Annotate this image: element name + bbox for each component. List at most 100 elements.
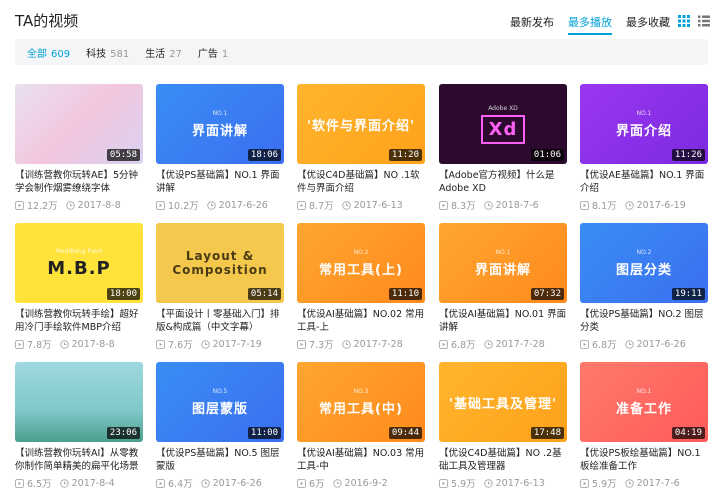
- video-title[interactable]: 【训练营教你玩转AI】从零教你制作简单精美的扁平化场景插画: [15, 447, 143, 473]
- upload-date: 2017-7-28: [495, 338, 545, 350]
- video-duration: 11:00: [247, 427, 281, 439]
- video-thumbnail[interactable]: NO.3 常用工具(中) 09:44: [297, 362, 425, 442]
- video-thumbnail[interactable]: NO.1 界面讲解 18:06: [156, 84, 284, 164]
- sort-tab[interactable]: 最新发布: [510, 14, 554, 35]
- video-title[interactable]: 【优设AI基础篇】NO.03 常用工具-中: [297, 447, 425, 473]
- upload-date: 2017-6-26: [212, 477, 262, 489]
- video-card[interactable]: Layout & Composition 05:14 【平面设计丨零基础入门】排版&…: [156, 223, 284, 351]
- video-thumbnail[interactable]: 23:06: [15, 362, 143, 442]
- upload-date: 2017-8-4: [71, 477, 115, 489]
- filter-item[interactable]: 生活 27: [145, 45, 182, 60]
- video-title[interactable]: 【优设PS基础篇】NO.5 图层蒙版: [156, 447, 284, 473]
- play-count: 12.2万: [27, 201, 58, 212]
- video-duration: 04:19: [671, 427, 705, 439]
- upload-date: 2017-6-13: [353, 199, 403, 211]
- video-card[interactable]: MediBang Paint M.B.P 18:00 【训练营教你玩转手绘】超好用冷门…: [15, 223, 143, 351]
- video-card[interactable]: NO.1 准备工作 04:19 【优设PS板绘基础篇】NO.1 板绘准备工作 5.9万 2…: [580, 362, 708, 490]
- video-duration: 17:48: [530, 427, 564, 439]
- video-card[interactable]: NO.1 界面讲解 18:06 【优设PS基础篇】NO.1 界面讲解 10.2万 2017…: [156, 84, 284, 212]
- clock-icon: [200, 478, 210, 488]
- list-view-icon[interactable]: [698, 15, 710, 27]
- play-count: 6.8万: [451, 340, 476, 351]
- video-thumbnail[interactable]: Layout & Composition 05:14: [156, 223, 284, 303]
- video-card[interactable]: 05:58 【训练营教你玩转AE】5分钟学会制作烟雾缭绕字体 12.2万 2017-8…: [15, 84, 143, 212]
- video-card[interactable]: '基础工具及管理' 17:48 【优设C4D基础篇】NO .2基础工具及管理器 5.9…: [439, 362, 567, 490]
- play-count-icon: [297, 478, 306, 488]
- video-meta: 10.2万 2017-6-26: [156, 198, 284, 212]
- clock-icon: [483, 478, 493, 488]
- play-count: 7.3万: [309, 340, 334, 351]
- video-thumbnail[interactable]: NO.1 界面介绍 11:26: [580, 84, 708, 164]
- play-count-icon: [439, 200, 448, 210]
- thumbnail-badge: Adobe XD: [488, 104, 518, 112]
- thumbnail-badge: NO.3: [353, 387, 369, 395]
- video-card[interactable]: Adobe XD Xd 01:06 【Adobe官方视频】什么是Adobe XD 8.3…: [439, 84, 567, 212]
- video-card[interactable]: '软件与界面介绍' 11:20 【优设C4D基础篇】NO .1软件与界面介绍 8.7万…: [297, 84, 425, 212]
- video-card[interactable]: NO.5 图层蒙版 11:00 【优设PS基础篇】NO.5 图层蒙版 6.4万 2017-…: [156, 362, 284, 490]
- video-title[interactable]: 【优设PS基础篇】NO.2 图层分类: [580, 308, 708, 334]
- thumbnail-badge: NO.2: [353, 248, 369, 256]
- video-title[interactable]: 【训练营教你玩转手绘】超好用冷门手绘软件MBP介绍: [15, 308, 143, 334]
- video-card[interactable]: NO.2 常用工具(上) 11:10 【优设AI基础篇】NO.02 常用工具-上 7.3…: [297, 223, 425, 351]
- video-duration: 19:11: [671, 288, 705, 300]
- play-count-icon: [15, 478, 24, 488]
- upload-date: 2017-7-19: [212, 338, 262, 350]
- video-title[interactable]: 【优设PS板绘基础篇】NO.1 板绘准备工作: [580, 447, 708, 473]
- video-thumbnail[interactable]: NO.2 图层分类 19:11: [580, 223, 708, 303]
- video-card[interactable]: 23:06 【训练营教你玩转AI】从零教你制作简单精美的扁平化场景插画 6.5万 20…: [15, 362, 143, 490]
- video-meta: 6.4万 2017-6-26: [156, 476, 284, 490]
- thumbnail-badge: NO.5: [212, 387, 228, 395]
- thumbnail-title: M.B.P: [47, 257, 111, 279]
- grid-view-icon[interactable]: [678, 15, 690, 27]
- video-thumbnail[interactable]: MediBang Paint M.B.P 18:00: [15, 223, 143, 303]
- thumbnail-title: 常用工具(上): [319, 262, 403, 278]
- video-title[interactable]: 【优设PS基础篇】NO.1 界面讲解: [156, 169, 284, 195]
- video-card[interactable]: NO.3 常用工具(中) 09:44 【优设AI基础篇】NO.03 常用工具-中 6万 2…: [297, 362, 425, 490]
- play-count-icon: [156, 478, 165, 488]
- video-title[interactable]: 【优设AE基础篇】NO.1 界面介绍: [580, 169, 708, 195]
- video-meta: 7.3万 2017-7-28: [297, 337, 425, 351]
- sort-tab[interactable]: 最多播放: [568, 14, 612, 35]
- video-title[interactable]: 【优设AI基础篇】NO.01 界面讲解: [439, 308, 567, 334]
- video-card[interactable]: NO.2 图层分类 19:11 【优设PS基础篇】NO.2 图层分类 6.8万 2017-…: [580, 223, 708, 351]
- filter-item[interactable]: 科技 581: [86, 45, 129, 60]
- sort-tab[interactable]: 最多收藏: [626, 14, 670, 35]
- video-title[interactable]: 【优设C4D基础篇】NO .1软件与界面介绍: [297, 169, 425, 195]
- video-card[interactable]: NO.1 界面讲解 07:32 【优设AI基础篇】NO.01 界面讲解 6.8万 2017…: [439, 223, 567, 351]
- video-thumbnail[interactable]: Adobe XD Xd 01:06: [439, 84, 567, 164]
- video-duration: 09:44: [388, 427, 422, 439]
- video-thumbnail[interactable]: NO.1 准备工作 04:19: [580, 362, 708, 442]
- upload-date: 2016-9-2: [344, 477, 388, 489]
- video-thumbnail[interactable]: NO.2 常用工具(上) 11:10: [297, 223, 425, 303]
- sort-tabs: 最新发布 最多播放 最多收藏: [510, 14, 670, 35]
- video-thumbnail[interactable]: '基础工具及管理' 17:48: [439, 362, 567, 442]
- video-duration: 11:20: [388, 149, 422, 161]
- video-thumbnail[interactable]: '软件与界面介绍' 11:20: [297, 84, 425, 164]
- filter-item[interactable]: 广告 1: [198, 45, 228, 60]
- thumbnail-badge: NO.2: [636, 248, 652, 256]
- video-title[interactable]: 【优设AI基础篇】NO.02 常用工具-上: [297, 308, 425, 334]
- video-thumbnail[interactable]: NO.1 界面讲解 07:32: [439, 223, 567, 303]
- filter-item[interactable]: 全部 609: [27, 45, 70, 60]
- video-title[interactable]: 【平面设计丨零基础入门】排版&构成篇（中文字幕）: [156, 308, 284, 334]
- upload-date: 2017-7-28: [353, 338, 403, 350]
- video-thumbnail[interactable]: 05:58: [15, 84, 143, 164]
- clock-icon: [624, 339, 634, 349]
- thumbnail-title: 界面讲解: [191, 123, 248, 139]
- video-title[interactable]: 【Adobe官方视频】什么是Adobe XD: [439, 169, 567, 195]
- video-title[interactable]: 【优设C4D基础篇】NO .2基础工具及管理器: [439, 447, 567, 473]
- upload-date: 2017-8-8: [71, 338, 115, 350]
- play-count: 7.8万: [27, 340, 52, 351]
- clock-icon: [341, 200, 351, 210]
- video-meta: 7.6万 2017-7-19: [156, 337, 284, 351]
- video-thumbnail[interactable]: NO.5 图层蒙版 11:00: [156, 362, 284, 442]
- play-count-icon: [297, 339, 306, 349]
- video-card[interactable]: NO.1 界面介绍 11:26 【优设AE基础篇】NO.1 界面介绍 8.1万 2017-…: [580, 84, 708, 212]
- thumbnail-title: 图层蒙版: [191, 401, 248, 417]
- play-count-icon: [580, 478, 589, 488]
- video-duration: 07:32: [530, 288, 564, 300]
- clock-icon: [624, 478, 634, 488]
- video-title[interactable]: 【训练营教你玩转AE】5分钟学会制作烟雾缭绕字体: [15, 169, 143, 195]
- video-meta: 8.3万 2018-7-6: [439, 198, 567, 212]
- play-count: 8.7万: [309, 201, 334, 212]
